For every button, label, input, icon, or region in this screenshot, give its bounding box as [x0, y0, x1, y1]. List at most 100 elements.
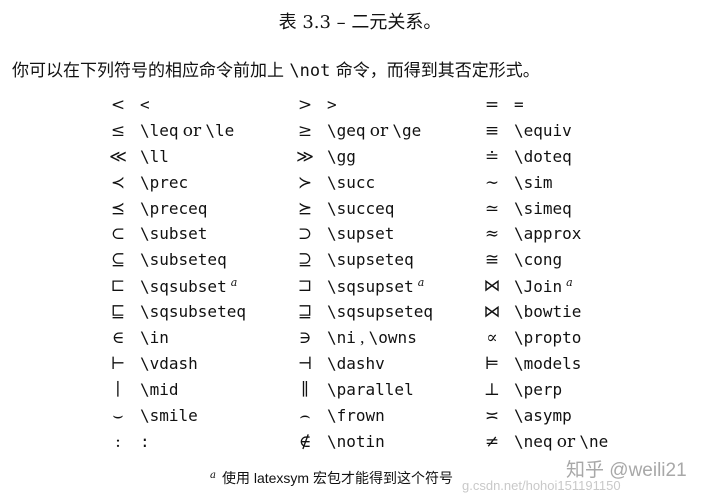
latex-command-cell: \cong	[514, 247, 657, 273]
relation-symbol: ≅	[484, 250, 500, 271]
relation-symbol: ≐	[484, 146, 500, 167]
latex-command: \succeq	[327, 198, 395, 218]
latex-command-alias: \ge	[392, 120, 422, 140]
latex-command-cell: \frown	[327, 403, 470, 429]
latex-command-cell: \dashv	[327, 351, 470, 377]
latex-command: \sqsupseteq	[327, 302, 433, 322]
latex-command: \neq	[514, 431, 553, 451]
latex-command-cell: \approx	[514, 221, 657, 247]
relation-symbol: ⊇	[297, 250, 313, 271]
table-row: ⊑ \sqsubseteq ⊒ \sqsupseteq ⋈ \bowtie	[96, 299, 657, 325]
relations-table-body: < < > > = = ≤ \leq or \le ≥ \geq or \ge ≡ \equiv ≪ \l…	[96, 92, 657, 454]
latex-command: :	[140, 431, 150, 451]
latex-command-cell: \simeq	[514, 196, 657, 222]
latex-command: \sim	[514, 172, 553, 192]
latex-command-cell: \perp	[514, 377, 657, 403]
latex-command-cell: \ni , \owns	[327, 327, 417, 347]
relation-symbol: ⌣	[112, 405, 124, 426]
table-row: ⪯ \preceq ⪰ \succeq ≃ \simeq	[96, 196, 657, 222]
latex-command-cell: \vdash	[140, 351, 283, 377]
latex-command: \preceq	[140, 198, 208, 218]
relation-symbol: >	[297, 94, 313, 115]
table-row: ∣ \mid ∥ \parallel ⊥ \perp	[96, 377, 657, 403]
latex-command: \succ	[327, 172, 376, 192]
latex-command: \perp	[514, 379, 563, 399]
relation-symbol: ≺	[110, 172, 126, 193]
latex-command: \mid	[140, 379, 179, 399]
intro-paragraph: 你可以在下列符号的相应命令前加上 \not 命令，而得到其否定形式。	[12, 56, 540, 81]
latex-command-cell: \subseteq	[140, 247, 283, 273]
latex-command-cell: :	[140, 429, 283, 455]
footnote: a 使用 latexsym 宏包才能得到这个符号	[210, 468, 453, 488]
relation-symbol: ≃	[484, 198, 500, 219]
relation-symbol: ⌢	[299, 405, 311, 426]
intro-not-command: \not	[289, 61, 331, 81]
footnote-marker: a	[417, 275, 425, 289]
table-row: ⊢ \vdash ⊣ \dashv ⊨ \models	[96, 351, 657, 377]
table-row: ≺ \prec ≻ \succ ∼ \sim	[96, 170, 657, 196]
relation-symbol: ⊥	[484, 379, 500, 400]
relation-symbol: ≥	[297, 120, 313, 141]
relation-symbol: ⊣	[297, 353, 313, 374]
footnote-text: 使用 latexsym 宏包才能得到这个符号	[221, 470, 453, 486]
latex-command-cell: \supset	[327, 221, 470, 247]
table-row: ⊆ \subseteq ⊇ \supseteq ≅ \cong	[96, 247, 657, 273]
latex-command-cell: \equiv	[514, 118, 657, 144]
latex-command-alias: \le	[205, 120, 235, 140]
relation-symbol: ∼	[484, 172, 500, 193]
table-row: ⊂ \subset ⊃ \supset ≈ \approx	[96, 221, 657, 247]
relation-symbol: ⊐	[297, 276, 313, 297]
relation-symbol: ≻	[297, 172, 313, 193]
latex-command: \propto	[514, 327, 582, 347]
latex-command-cell: =	[514, 92, 657, 118]
relation-symbol: ⊏	[110, 276, 126, 297]
latex-command-cell: \sqsupset a	[327, 273, 470, 299]
watermark-brand: 知乎 @weili21	[566, 460, 687, 481]
latex-command: <	[140, 94, 150, 114]
latex-command-cell: >	[327, 92, 470, 118]
relation-symbol: ≈	[484, 224, 500, 245]
latex-command-alias: \owns	[368, 327, 417, 347]
latex-command-cell: \sim	[514, 170, 657, 196]
latex-command-cell: \bowtie	[514, 299, 657, 325]
latex-command: \simeq	[514, 198, 572, 218]
latex-command: \Join	[514, 276, 563, 296]
relation-symbol: ⊒	[297, 302, 313, 323]
latex-command-cell: <	[140, 92, 283, 118]
latex-command: \prec	[140, 172, 189, 192]
relation-symbol: ⪰	[297, 198, 313, 219]
latex-command-cell: \geq or \ge	[327, 118, 470, 144]
latex-command: \frown	[327, 405, 385, 425]
latex-command: \sqsubset	[140, 276, 227, 296]
or-connector: or	[182, 120, 202, 141]
latex-command-cell: \propto	[514, 325, 657, 351]
latex-command-cell: \neq or \ne	[514, 429, 657, 455]
latex-command-cell: \subset	[140, 221, 283, 247]
relation-symbol: ≡	[484, 120, 500, 141]
intro-text-after: 命令，而得到其否定形式。	[330, 61, 540, 81]
latex-command-cell: \gg	[327, 144, 470, 170]
latex-command: \sqsubseteq	[140, 302, 246, 322]
relation-symbol: ⊂	[110, 224, 126, 245]
latex-command: \vdash	[140, 353, 198, 373]
relation-symbol: ⋈	[483, 302, 501, 323]
table-row: ∈ \in ∋ \ni , \owns ∝ \propto	[96, 325, 657, 351]
latex-command-cell: \parallel	[327, 377, 470, 403]
latex-command: \ni	[327, 327, 356, 347]
latex-command-cell: \notin	[327, 429, 470, 455]
latex-command-cell: \doteq	[514, 144, 657, 170]
relation-symbol: ≫	[296, 146, 314, 167]
latex-command: \dashv	[327, 353, 385, 373]
latex-command-cell: \mid	[140, 377, 283, 403]
latex-command: \gg	[327, 146, 356, 166]
latex-command-cell: \preceq	[140, 196, 283, 222]
intro-text-before: 你可以在下列符号的相应命令前加上	[12, 61, 290, 81]
latex-command: \cong	[514, 250, 563, 270]
latex-command-cell: \sqsubseteq	[140, 299, 283, 325]
table-row: ≤ \leq or \le ≥ \geq or \ge ≡ \equiv	[96, 118, 657, 144]
latex-command: \notin	[327, 431, 385, 451]
relation-symbol: :	[115, 431, 121, 452]
footnote-marker: a	[230, 275, 238, 289]
latex-command: \ll	[140, 146, 169, 166]
latex-command-cell: \prec	[140, 170, 283, 196]
